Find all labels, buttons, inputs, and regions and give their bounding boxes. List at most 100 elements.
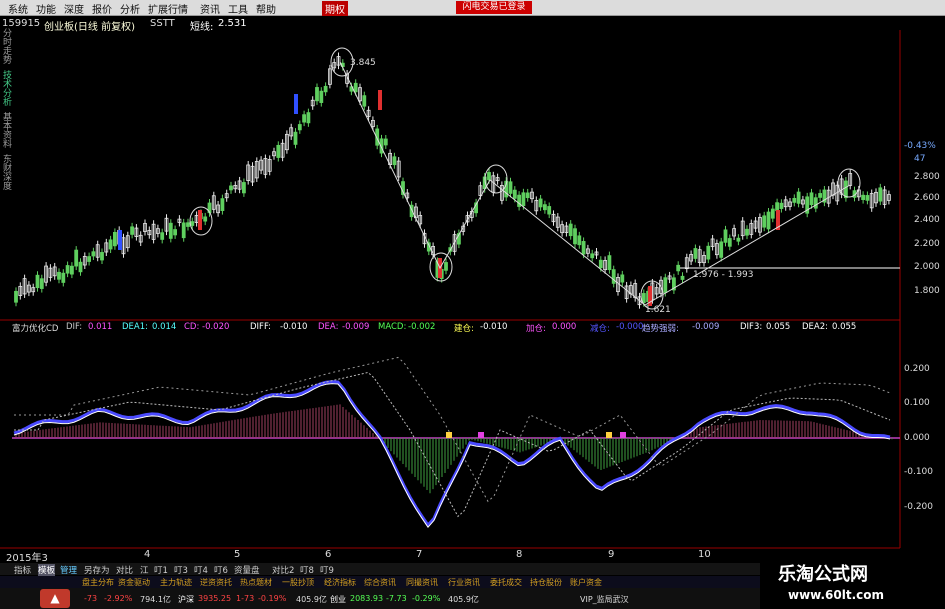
app-logo-icon[interactable]: ▲	[40, 589, 70, 608]
ind-dea-val: -0.009	[342, 322, 370, 332]
candle-body	[770, 208, 775, 219]
ind-cd-val: -0.020	[202, 322, 230, 332]
candle-body	[478, 185, 483, 196]
menu-item-options[interactable]: 期权	[322, 1, 348, 16]
side-tab-technical[interactable]: 技术分析	[0, 70, 12, 106]
price-count: 47	[914, 154, 926, 164]
menu-item-system[interactable]: 系统	[8, 1, 28, 16]
fn-hot-topics[interactable]: 热点题材	[240, 577, 272, 588]
zigzag-line	[339, 61, 851, 306]
toolbar-compare[interactable]: 对比	[116, 564, 133, 576]
ind-dif3-val: 0.055	[766, 322, 791, 332]
candle-body	[194, 215, 199, 223]
toolbar-save-as[interactable]: 另存为	[84, 564, 110, 576]
candle-body	[61, 272, 66, 283]
candle-body	[654, 287, 659, 295]
candle-body	[35, 274, 40, 289]
fn-orders[interactable]: 委托成交	[490, 577, 522, 588]
fn-reverse[interactable]: 逆资资托	[200, 577, 232, 588]
brand-watermark: 乐淘公式网 www.60lt.com	[760, 552, 945, 609]
side-tab-fundamentals[interactable]: 基本资料	[0, 112, 12, 148]
toolbar-manage[interactable]: 管理	[60, 564, 77, 576]
menu-item-help[interactable]: 帮助	[256, 1, 276, 16]
candle-body	[444, 262, 448, 271]
candle-body	[887, 194, 891, 201]
candle-body	[151, 223, 156, 240]
flash-trade-tab[interactable]: 闪电交易已登录	[456, 1, 532, 14]
candle-body	[538, 198, 543, 208]
candle-body	[745, 228, 749, 236]
indicator-histogram	[15, 404, 893, 494]
candle-body	[138, 234, 143, 243]
fn-holdings[interactable]: 持仓股份	[530, 577, 562, 588]
candle-body	[117, 229, 122, 245]
side-tab-depth[interactable]: 东财深度	[0, 154, 12, 190]
toolbar-d6[interactable]: 叮6	[214, 564, 228, 576]
candle-body	[482, 176, 487, 190]
candle-body	[461, 225, 466, 232]
candle-body	[383, 138, 388, 146]
candle-body	[332, 62, 337, 69]
toolbar-template[interactable]: 模板	[38, 564, 56, 576]
menu-item-quote[interactable]: 报价	[92, 1, 112, 16]
status-pct3: -0.29%	[412, 594, 441, 603]
x-tick-aug: 8	[516, 549, 523, 560]
status-market1: 沪深	[178, 595, 194, 604]
kline-chart[interactable]	[0, 0, 945, 609]
menu-item-extended[interactable]: 扩展行情	[148, 1, 188, 16]
menu-item-news[interactable]: 资讯	[200, 1, 220, 16]
candle-body	[865, 195, 870, 201]
candle-body	[727, 238, 732, 247]
candle-body	[869, 193, 874, 209]
ind-tick-0200: 0.200	[904, 364, 930, 374]
status-account: VIP_监局武汉	[580, 595, 629, 604]
status-market2: 创业	[330, 595, 346, 604]
status-pct1: -2.92%	[104, 594, 133, 603]
candle-body	[327, 68, 332, 85]
fn-main-track[interactable]: 主力轨迹	[160, 577, 192, 588]
annotation-high: 3.845	[350, 58, 376, 68]
fn-one-stock[interactable]: 一股抄顶	[282, 577, 314, 588]
side-tab-timeshare[interactable]: 分时走势	[0, 28, 12, 64]
toolbar-volume[interactable]: 资量盘	[234, 564, 260, 576]
toolbar-d3[interactable]: 叮3	[174, 564, 188, 576]
candle-body	[822, 189, 827, 203]
candle-body	[177, 218, 182, 223]
candle-body	[358, 87, 362, 102]
toolbar-d4[interactable]: 叮4	[194, 564, 208, 576]
fn-capital-drive[interactable]: 资金驱动	[118, 577, 150, 588]
candle-body	[323, 85, 328, 93]
x-tick-jul: 7	[416, 549, 423, 560]
candle-body	[190, 221, 195, 226]
x-tick-sep: 9	[608, 549, 615, 560]
candle-body	[693, 248, 698, 259]
menu-item-depth[interactable]: 深度	[64, 1, 84, 16]
x-tick-apr: 4	[144, 549, 151, 560]
fn-industry-news[interactable]: 行业资讯	[448, 577, 480, 588]
menu-item-analysis[interactable]: 分析	[120, 1, 140, 16]
price-tick-2000: 2.000	[914, 262, 940, 272]
menu-bar: 系统 功能 深度 报价 分析 扩展行情 资讯 工具 帮助 期权 闪电交易已登录	[0, 0, 945, 16]
toolbar-indicator[interactable]: 指标	[14, 564, 31, 576]
menu-item-tools[interactable]: 工具	[228, 1, 248, 16]
candle-body	[818, 193, 822, 198]
fn-news[interactable]: 综合资讯	[364, 577, 396, 588]
indicator-label: 富力优化CD	[12, 324, 59, 334]
candle-body	[508, 181, 513, 194]
menu-item-function[interactable]: 功能	[36, 1, 56, 16]
candle-body	[65, 265, 70, 274]
toolbar-jiang[interactable]: 江	[140, 564, 149, 576]
fn-distribution[interactable]: 盘主分布	[82, 577, 114, 588]
toolbar-d1[interactable]: 叮1	[154, 564, 168, 576]
fn-account[interactable]: 账户资金	[570, 577, 602, 588]
toolbar-compare2[interactable]: 对比2	[272, 564, 294, 576]
candle-body	[732, 228, 736, 237]
candle-body	[340, 62, 345, 67]
candle-body	[280, 142, 285, 158]
fn-econ-index[interactable]: 经济指标	[324, 577, 356, 588]
candle-body	[155, 228, 160, 234]
fn-related-news[interactable]: 同撮资讯	[406, 577, 438, 588]
toolbar-d9[interactable]: 叮9	[320, 564, 334, 576]
candle-body	[173, 229, 178, 236]
toolbar-d8[interactable]: 叮8	[300, 564, 314, 576]
